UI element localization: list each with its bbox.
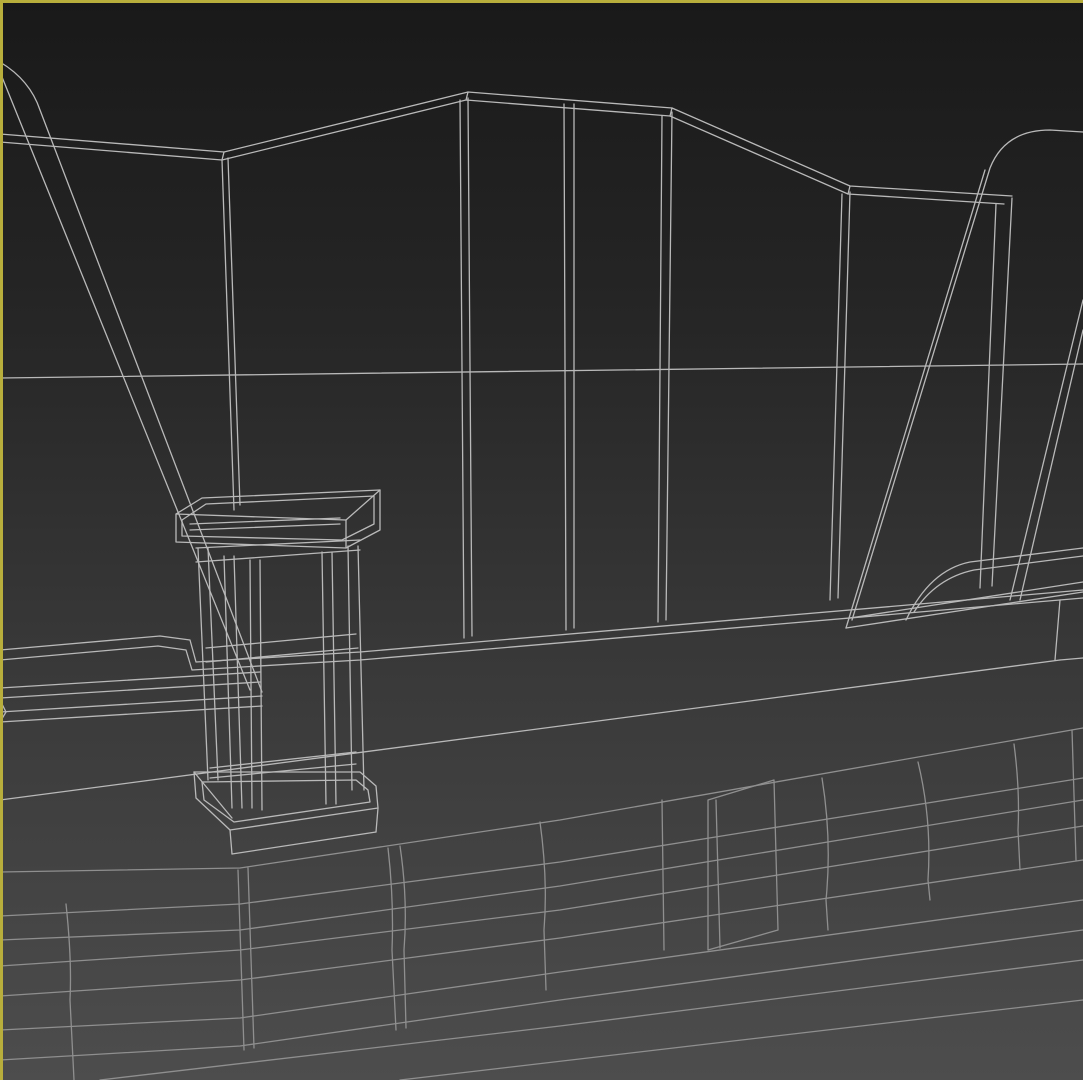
lower-wall-bands [0,727,1083,1080]
wireframe-viewport[interactable] [0,0,1083,1080]
roof-outline [0,91,1013,205]
ledge-rails [0,589,1083,801]
right-diagonal-brace [845,129,1083,629]
left-edge-marker [0,699,7,723]
mid-horizontal-line [0,363,1083,379]
pedestal [175,489,381,855]
right-ramp [845,547,1083,629]
wall-verticals [221,97,1013,639]
wireframe-model [0,61,1083,1080]
